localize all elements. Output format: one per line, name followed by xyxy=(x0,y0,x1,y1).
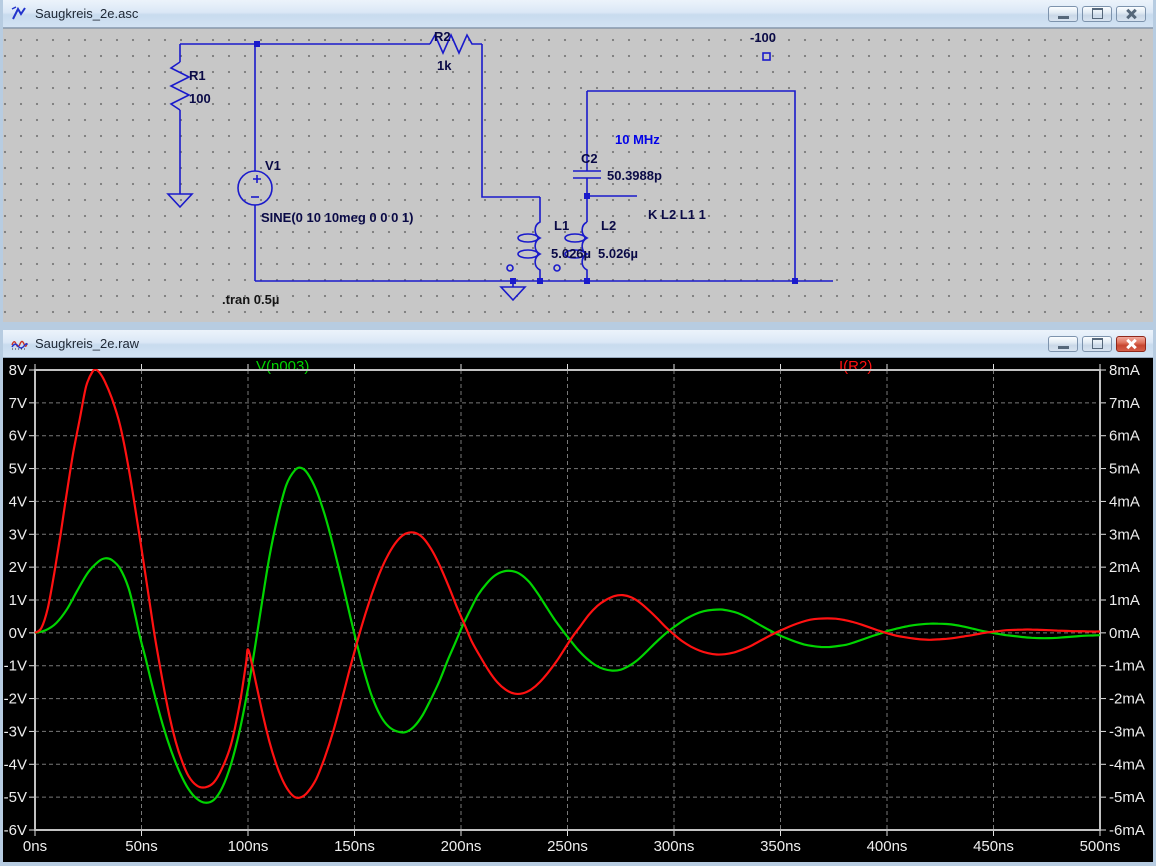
schematic-label[interactable]: 10 MHz xyxy=(615,132,660,147)
right-axis-label: 0mA xyxy=(1109,625,1140,642)
minimize-icon xyxy=(1058,16,1069,19)
waveform-window-title: Saugkreis_2e.raw xyxy=(35,336,139,351)
inductor-L1-loop xyxy=(518,250,538,258)
left-axis-label: 0V xyxy=(9,625,27,642)
schematic-label[interactable]: L1 xyxy=(554,218,569,233)
waveform-pane[interactable]: V(n003) I(R2) 8V8mA7V7mA6V6mA5V5mA4V4mA3… xyxy=(3,358,1153,862)
right-axis-label: 1mA xyxy=(1109,592,1140,609)
right-axis-label: 7mA xyxy=(1109,395,1140,412)
minimize-icon xyxy=(1058,346,1069,349)
schematic-label[interactable]: 1k xyxy=(437,58,451,73)
schematic-window-controls xyxy=(1048,6,1149,22)
left-axis-label: 6V xyxy=(9,428,27,445)
right-axis-label: -2mA xyxy=(1109,691,1145,708)
close-button[interactable] xyxy=(1116,336,1146,352)
waveform-file-icon xyxy=(11,336,28,352)
phase-dot xyxy=(554,265,560,271)
waveform-titlebar[interactable]: Saugkreis_2e.raw xyxy=(3,330,1153,358)
left-axis-label: 5V xyxy=(9,461,27,478)
schematic-label[interactable]: 5.026µ xyxy=(598,246,638,261)
ltspice-app: Saugkreis_2e.asc xyxy=(0,0,1156,866)
left-axis-label: -5V xyxy=(4,789,27,806)
close-icon xyxy=(1125,339,1137,349)
schematic-label[interactable]: R2 xyxy=(434,29,451,44)
right-axis-label: 4mA xyxy=(1109,493,1140,510)
x-axis-label: 250ns xyxy=(547,838,588,855)
ground-symbol xyxy=(168,194,192,207)
x-axis-label: 450ns xyxy=(973,838,1014,855)
wire xyxy=(482,44,540,197)
minimize-button[interactable] xyxy=(1048,6,1078,22)
schematic-label[interactable]: R1 xyxy=(189,68,206,83)
voltage-source-V1 xyxy=(238,171,272,205)
restore-button[interactable] xyxy=(1082,336,1112,352)
x-axis-label: 200ns xyxy=(441,838,482,855)
left-axis-label: -6V xyxy=(4,822,27,839)
schematic-label[interactable]: C2 xyxy=(581,151,598,166)
junction-dots xyxy=(254,41,798,284)
schematic-label[interactable]: V1 xyxy=(265,158,281,173)
left-axis-label: 7V xyxy=(9,395,27,412)
inductor-L2-loop xyxy=(565,234,585,242)
x-axis-label: 0ns xyxy=(23,838,47,855)
resistor-R1 xyxy=(171,62,189,110)
left-axis-label: -3V xyxy=(4,723,27,740)
schematic-label[interactable]: L2 xyxy=(601,218,616,233)
plus-icon xyxy=(253,175,261,183)
x-axis-label: 300ns xyxy=(654,838,695,855)
x-axis-label: 50ns xyxy=(125,838,158,855)
x-axis-label: 350ns xyxy=(760,838,801,855)
inductor-L1-loop xyxy=(518,234,538,242)
x-axis-label: 400ns xyxy=(867,838,908,855)
schematic-label[interactable]: .tran 0.5µ xyxy=(222,292,279,307)
right-axis-label: 3mA xyxy=(1109,526,1140,543)
waveform-window-controls xyxy=(1048,336,1149,352)
left-axis-label: -4V xyxy=(4,756,27,773)
right-axis-label: 6mA xyxy=(1109,428,1140,445)
schematic-file-icon xyxy=(11,6,28,22)
left-axis-label: -1V xyxy=(4,658,27,675)
right-axis-label: -3mA xyxy=(1109,723,1145,740)
phase-dot xyxy=(507,265,513,271)
ground-symbol xyxy=(501,287,525,300)
left-axis-label: -2V xyxy=(4,691,27,708)
restore-button[interactable] xyxy=(1082,6,1112,22)
schematic-label[interactable]: 50.3988p xyxy=(607,168,662,183)
schematic-drawing xyxy=(3,28,1153,322)
right-axis-label: -4mA xyxy=(1109,756,1145,773)
left-axis-label: 1V xyxy=(9,592,27,609)
x-axis-label: 150ns xyxy=(334,838,375,855)
minimize-button[interactable] xyxy=(1048,336,1078,352)
left-axis-label: 2V xyxy=(9,559,27,576)
waveform-plot[interactable]: 8V 8mA 7V 7mA 6V 6mA 5V 5mA 4V 4mA 3V 3mA 2V 2mA 1V 1mA… xyxy=(3,358,1153,862)
flag-marker xyxy=(763,53,770,60)
left-axis-label: 3V xyxy=(9,526,27,543)
schematic-canvas[interactable]: R2 1k R1 100 V1 SINE(0 10 10meg 0 0 0 1) 10 MH… xyxy=(3,28,1153,322)
x-axis-label: 100ns xyxy=(228,838,269,855)
schematic-label[interactable]: 100 xyxy=(189,91,211,106)
schematic-label[interactable]: SINE(0 10 10meg 0 0 0 1) xyxy=(261,210,413,225)
right-axis-label: -5mA xyxy=(1109,789,1145,806)
restore-icon xyxy=(1092,8,1103,19)
right-axis-label: -1mA xyxy=(1109,658,1145,675)
close-icon xyxy=(1125,9,1137,19)
schematic-label[interactable]: -100 xyxy=(750,30,776,45)
right-axis-label: 2mA xyxy=(1109,559,1140,576)
right-axis-label: 5mA xyxy=(1109,461,1140,478)
waveform-window: Saugkreis_2e.raw V(n003) I(R2) 8V8mA7V7m… xyxy=(0,330,1156,866)
schematic-label[interactable]: 5.026µ xyxy=(551,246,591,261)
schematic-label[interactable]: K L2 L1 1 xyxy=(648,207,706,222)
schematic-titlebar[interactable]: Saugkreis_2e.asc xyxy=(3,0,1153,28)
schematic-window: Saugkreis_2e.asc xyxy=(0,0,1156,330)
schematic-window-title: Saugkreis_2e.asc xyxy=(35,6,138,21)
capacitor-C2 xyxy=(573,171,601,178)
restore-icon xyxy=(1092,338,1103,349)
left-axis-label: 8V xyxy=(9,362,27,379)
x-axis-label: 500ns xyxy=(1080,838,1121,855)
close-button[interactable] xyxy=(1116,6,1146,22)
right-axis-label: 8mA xyxy=(1109,362,1140,379)
left-axis-label: 4V xyxy=(9,493,27,510)
right-axis-label: -6mA xyxy=(1109,822,1145,839)
